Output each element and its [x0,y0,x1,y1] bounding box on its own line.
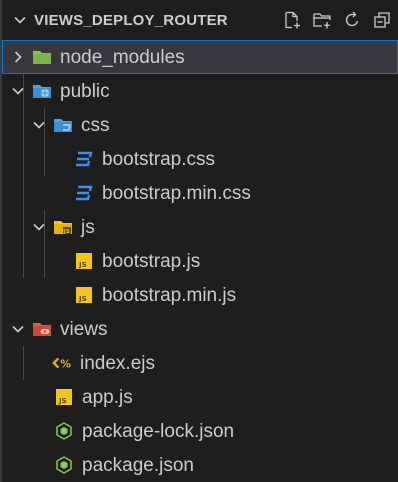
tree-item-label: bootstrap.min.js [102,284,237,306]
folder-green-icon [32,47,52,67]
tree-item-label: js [81,216,95,238]
tree-item-index-ejs[interactable]: % index.ejs [2,346,398,380]
node-file-icon [54,455,74,475]
folder-public-icon [32,81,52,101]
tree-item-app-js[interactable]: JS app.js [2,380,398,414]
tree-item-label: bootstrap.min.css [102,182,251,204]
tree-item-label: views [60,318,108,340]
svg-text:JS: JS [78,261,87,269]
tree-item-label: package-lock.json [82,420,235,442]
explorer-title: VIEWS_DEPLOY_ROUTER [34,11,228,29]
tree-item-node-modules[interactable]: node_modules [2,40,398,74]
tree-item-bootstrap-js[interactable]: JS bootstrap.js [2,244,398,278]
refresh-icon[interactable] [342,10,362,30]
js-file-icon: JS [74,285,94,305]
tree-item-bootstrap-min-js[interactable]: JS bootstrap.min.js [2,278,398,312]
tree-item-public[interactable]: public [2,74,398,108]
explorer-actions [282,10,392,30]
svg-text:JS: JS [58,397,67,405]
new-folder-icon[interactable] [312,10,332,30]
tree-item-label: package.json [82,454,194,476]
chevron-down-icon[interactable] [10,321,26,337]
js-file-icon: JS [54,387,74,407]
tree-item-label: node_modules [60,46,185,68]
chevron-down-icon[interactable] [31,117,47,133]
folder-css-icon [53,115,73,135]
tree-item-views[interactable]: views [2,312,398,346]
new-file-icon[interactable] [282,10,302,30]
ejs-file-icon: % [52,353,72,373]
tree-item-bootstrap-min-css[interactable]: bootstrap.min.css [2,176,398,210]
node-file-icon [54,421,74,441]
js-file-icon: JS [74,251,94,271]
tree-item-bootstrap-css[interactable]: bootstrap.css [2,142,398,176]
tree-item-label: bootstrap.js [102,250,201,272]
svg-text:%: % [60,358,71,371]
tree-item-label: bootstrap.css [102,148,215,170]
chevron-right-icon[interactable] [10,49,26,65]
folder-views-icon [32,319,52,339]
css-file-icon [74,149,94,169]
chevron-down-icon[interactable] [12,12,28,28]
chevron-down-icon[interactable] [10,83,26,99]
svg-text:JS: JS [78,295,87,303]
css-file-icon [74,183,94,203]
tree-item-css[interactable]: css [2,108,398,142]
tree-item-package-json[interactable]: package.json [2,448,398,482]
tree-item-package-lock-json[interactable]: package-lock.json [2,414,398,448]
tree-item-label: public [60,80,110,102]
tree-item-label: css [81,114,110,136]
explorer-panel: VIEWS_DEPLOY_ROUTER node_modules public … [0,0,398,482]
tree-item-label: app.js [82,386,133,408]
file-tree: node_modules public css bootstrap.css bo… [2,40,398,482]
explorer-header[interactable]: VIEWS_DEPLOY_ROUTER [2,0,398,40]
chevron-down-icon[interactable] [31,219,47,235]
svg-text:JS: JS [63,229,70,235]
tree-item-label: index.ejs [80,352,155,374]
folder-js-icon: JS [53,217,73,237]
collapse-all-icon[interactable] [372,10,392,30]
tree-item-js[interactable]: JS js [2,210,398,244]
